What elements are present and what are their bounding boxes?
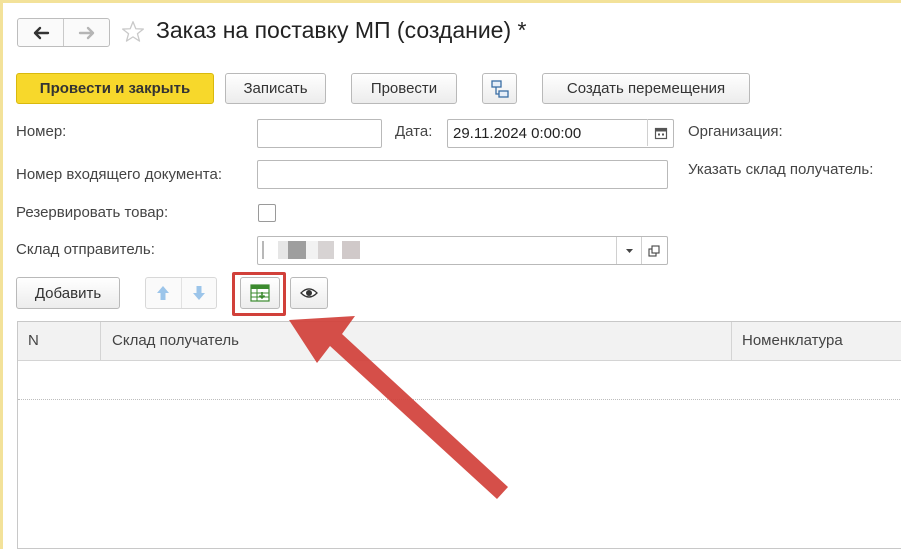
column-header-n[interactable]: N <box>28 322 39 360</box>
highlight-frame <box>232 272 286 316</box>
number-label: Номер: <box>16 123 67 140</box>
create-transfers-button[interactable]: Создать перемещения <box>542 73 750 104</box>
date-label: Дата: <box>395 123 433 140</box>
sender-warehouse-label: Склад отправитель: <box>16 241 155 258</box>
post-button[interactable]: Провести <box>351 73 457 104</box>
open-in-window-icon <box>648 244 660 257</box>
reserve-checkbox[interactable] <box>258 204 276 222</box>
column-header-receiver-warehouse[interactable]: Склад получатель <box>112 322 239 360</box>
dropdown-button[interactable] <box>616 237 641 264</box>
incoming-doc-label: Номер входящего документа: <box>16 166 223 183</box>
date-value: 29.11.2024 0:00:00 <box>453 125 582 142</box>
move-buttons-group <box>145 277 217 309</box>
goods-table[interactable]: N Склад получатель Номенклатура <box>17 321 901 549</box>
arrow-right-icon <box>78 26 94 39</box>
save-button[interactable]: Записать <box>225 73 326 104</box>
incoming-doc-input[interactable] <box>257 160 668 189</box>
specify-receiver-label: Указать склад получатель: <box>688 161 874 178</box>
view-button[interactable] <box>290 277 328 309</box>
redacted-value <box>262 241 360 259</box>
eye-icon <box>300 288 318 298</box>
table-header: N Склад получатель Номенклатура <box>18 322 901 361</box>
table-row[interactable] <box>18 361 901 400</box>
number-input[interactable] <box>257 119 382 148</box>
structure-icon <box>490 79 509 98</box>
back-button[interactable] <box>18 19 64 46</box>
window-left-border <box>0 0 3 549</box>
star-icon[interactable] <box>120 19 146 45</box>
move-down-button[interactable] <box>182 278 217 308</box>
arrow-up-icon <box>157 286 170 300</box>
page-title: Заказ на поставку МП (создание) * <box>156 17 527 43</box>
column-divider <box>731 322 732 360</box>
window-top-border <box>0 0 901 3</box>
calendar-icon <box>654 127 667 139</box>
reserve-label: Резервировать товар: <box>16 204 169 221</box>
chevron-down-icon <box>625 248 633 253</box>
arrow-down-icon <box>192 286 205 300</box>
structure-button[interactable] <box>482 73 517 104</box>
arrow-left-icon <box>33 26 49 39</box>
navigation-group <box>17 18 110 47</box>
organization-label: Организация: <box>688 123 783 140</box>
open-button[interactable] <box>641 237 666 264</box>
column-divider <box>100 322 101 360</box>
add-button[interactable]: Добавить <box>16 277 120 309</box>
move-up-button[interactable] <box>146 278 182 308</box>
calendar-button[interactable] <box>647 119 673 146</box>
date-input[interactable]: 29.11.2024 0:00:00 <box>447 119 674 148</box>
column-header-nomenclature[interactable]: Номенклатура <box>742 322 843 360</box>
post-and-close-button[interactable]: Провести и закрыть <box>16 73 214 104</box>
forward-button[interactable] <box>64 19 109 46</box>
